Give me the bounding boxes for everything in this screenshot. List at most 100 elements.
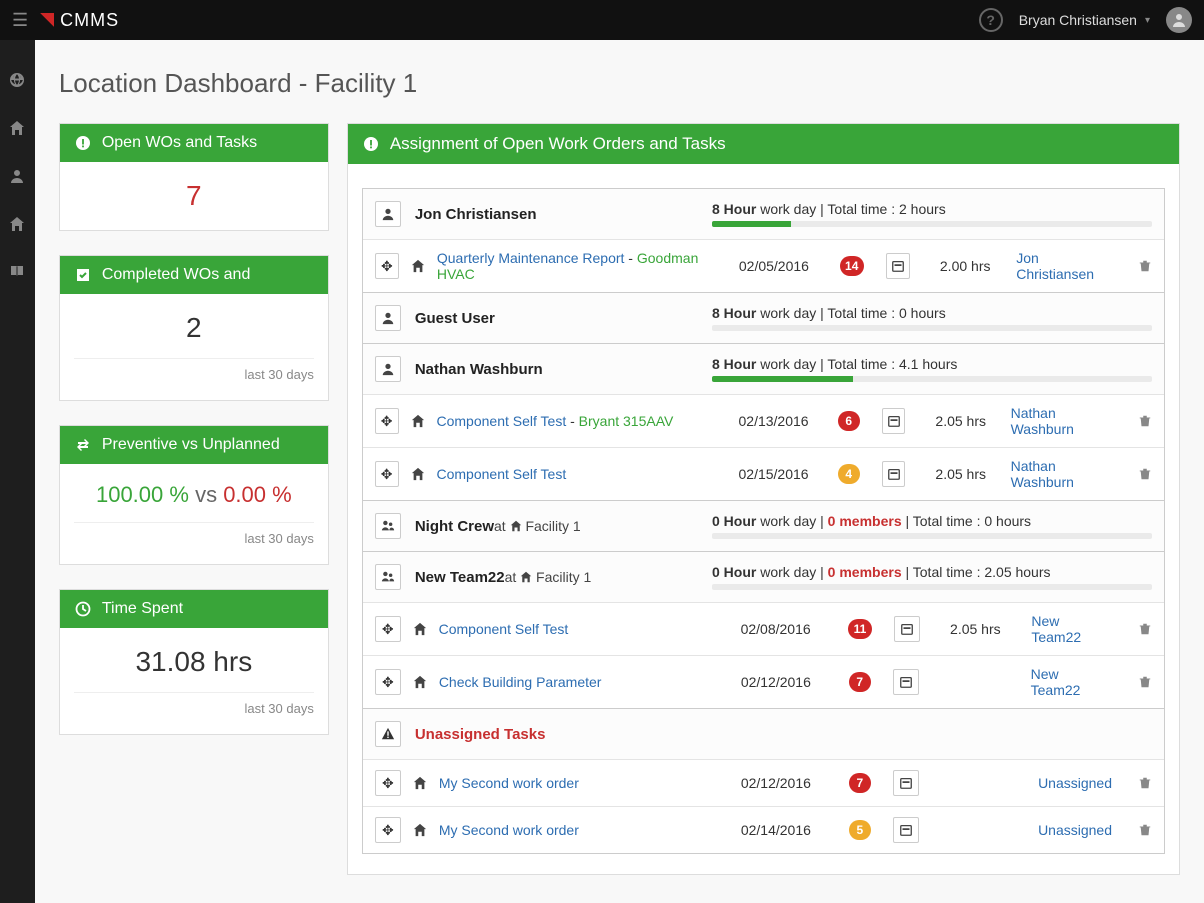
calendar-button[interactable]	[893, 669, 919, 695]
widget-time-title: Time Spent	[102, 600, 183, 618]
delete-button[interactable]	[1138, 467, 1152, 481]
task-link[interactable]: Check Building Parameter	[439, 674, 602, 690]
exchange-icon	[74, 436, 92, 454]
task-link[interactable]: My Second work order	[439, 822, 579, 838]
drag-handle-icon[interactable]: ✥	[375, 253, 399, 279]
delete-button[interactable]	[1138, 622, 1152, 636]
progress-bar	[712, 221, 1152, 227]
task-hours: 2.05 hrs	[935, 466, 998, 482]
sidebar-item-home[interactable]	[7, 118, 27, 138]
alert-icon	[74, 134, 92, 152]
group-header: Unassigned Tasks	[363, 709, 1164, 759]
team-icon	[375, 564, 401, 590]
widget-open-title: Open WOs and Tasks	[102, 134, 257, 152]
task-link[interactable]: Component Self Test	[437, 466, 567, 482]
group-name: Guest User	[415, 310, 495, 327]
sidebar-item-facility[interactable]	[7, 214, 27, 234]
group-name: New Team22	[415, 569, 505, 586]
task-row: ✥My Second work order02/12/20167Unassign…	[363, 759, 1164, 806]
widget-completed-value: 2	[74, 312, 314, 344]
calendar-button[interactable]	[882, 461, 906, 487]
assignment-group: Night Crew at Facility 10 Hour work day …	[362, 501, 1165, 552]
brand[interactable]: CMMS	[40, 10, 119, 31]
team-icon	[375, 513, 401, 539]
drag-handle-icon[interactable]: ✥	[375, 817, 401, 843]
delete-button[interactable]	[1138, 823, 1152, 837]
drag-handle-icon[interactable]: ✥	[375, 669, 401, 695]
assignment-group: New Team22 at Facility 1 0 Hour work day …	[362, 552, 1165, 709]
calendar-button[interactable]	[886, 253, 910, 279]
delete-button[interactable]	[1138, 414, 1152, 428]
widget-time-spent: Time Spent 31.08 hrs last 30 days	[59, 589, 329, 735]
task-date: 02/13/2016	[739, 413, 820, 429]
days-badge: 7	[849, 672, 871, 692]
drag-handle-icon[interactable]: ✥	[375, 770, 401, 796]
progress-bar	[712, 584, 1152, 590]
menu-toggle-icon[interactable]: ☰	[12, 10, 28, 31]
drag-handle-icon[interactable]: ✥	[375, 616, 401, 642]
widget-completed-title: Completed WOs and	[102, 266, 251, 284]
group-location: at Facility 1	[505, 569, 592, 585]
user-menu[interactable]: Bryan Christiansen ▾	[1019, 12, 1150, 28]
assignment-group: Guest User 8 Hour work day | Total time :…	[362, 293, 1165, 344]
task-link[interactable]: Quarterly Maintenance Report	[437, 250, 625, 266]
sidebar-item-reports[interactable]	[7, 262, 27, 282]
brand-label: CMMS	[60, 10, 119, 31]
task-assignee-link[interactable]: Unassigned	[1038, 822, 1112, 838]
group-header: Guest User 8 Hour work day | Total time :…	[363, 293, 1164, 343]
task-assignee-link[interactable]: Jon Christiansen	[1016, 250, 1112, 282]
task-date: 02/14/2016	[741, 822, 831, 838]
group-header: Jon Christiansen8 Hour work day | Total …	[363, 189, 1164, 239]
group-meta: 0 Hour work day | 0 members | Total time…	[712, 564, 1152, 590]
task-assignee-link[interactable]: Nathan Washburn	[1011, 458, 1112, 490]
group-meta: 8 Hour work day | Total time : 0 hours	[712, 305, 1152, 331]
task-title: My Second work order	[439, 775, 729, 791]
task-row: ✥ Component Self Test 02/15/2016 4 2.05 hrs N…	[363, 447, 1164, 500]
calendar-button[interactable]	[894, 616, 920, 642]
task-link[interactable]: My Second work order	[439, 775, 579, 791]
calendar-button[interactable]	[893, 817, 919, 843]
delete-button[interactable]	[1138, 776, 1152, 790]
sidebar-item-globe[interactable]	[7, 70, 27, 90]
drag-handle-icon[interactable]: ✥	[375, 408, 399, 434]
topbar-right: ? Bryan Christiansen ▾	[979, 7, 1192, 33]
task-assignee-link[interactable]: Unassigned	[1038, 775, 1112, 791]
group-name: Nathan Washburn	[415, 361, 543, 378]
calendar-button[interactable]	[882, 408, 906, 434]
group-name: Night Crew	[415, 518, 494, 535]
task-assignee-link[interactable]: Nathan Washburn	[1011, 405, 1112, 437]
task-date: 02/15/2016	[739, 466, 820, 482]
task-assignee-link[interactable]: New Team22	[1031, 666, 1112, 698]
days-badge: 14	[840, 256, 864, 276]
warning-icon	[375, 721, 401, 747]
topbar: ☰ CMMS ? Bryan Christiansen ▾	[0, 0, 1204, 40]
help-icon[interactable]: ?	[979, 8, 1003, 32]
drag-handle-icon[interactable]: ✥	[375, 461, 399, 487]
task-link[interactable]: Component Self Test	[439, 621, 569, 637]
days-badge: 4	[838, 464, 860, 484]
page-title: Location Dashboard - Facility 1	[59, 68, 1180, 99]
assignment-group: Unassigned Tasks ✥ My Second work order 02/…	[362, 709, 1165, 854]
delete-button[interactable]	[1138, 675, 1152, 689]
task-row: ✥Quarterly Maintenance Report - Goodman …	[363, 239, 1164, 292]
task-assignee-link[interactable]: New Team22	[1031, 613, 1112, 645]
task-title: Component Self Test	[437, 466, 727, 482]
task-hours: 2.00 hrs	[940, 258, 1004, 274]
chevron-down-icon: ▾	[1145, 15, 1150, 26]
avatar[interactable]	[1166, 7, 1192, 33]
home-icon	[413, 622, 427, 636]
task-date: 02/12/2016	[741, 674, 831, 690]
home-icon	[411, 467, 425, 481]
widget-preventive: Preventive vs Unplanned 100.00 % vs 0.00…	[59, 425, 329, 565]
widget-completed-sub: last 30 days	[74, 358, 314, 382]
task-link[interactable]: Component Self Test	[437, 413, 567, 429]
group-name: Unassigned Tasks	[415, 726, 546, 743]
sidebar-item-user[interactable]	[7, 166, 27, 186]
calendar-button[interactable]	[893, 770, 919, 796]
preventive-left: 100.00 %	[96, 482, 189, 507]
task-title: Component Self Test - Bryant 315AAV	[437, 413, 727, 429]
home-icon	[413, 823, 427, 837]
group-meta: 8 Hour work day | Total time : 2 hours	[712, 201, 1152, 227]
days-badge: 6	[838, 411, 860, 431]
delete-button[interactable]	[1138, 259, 1152, 273]
